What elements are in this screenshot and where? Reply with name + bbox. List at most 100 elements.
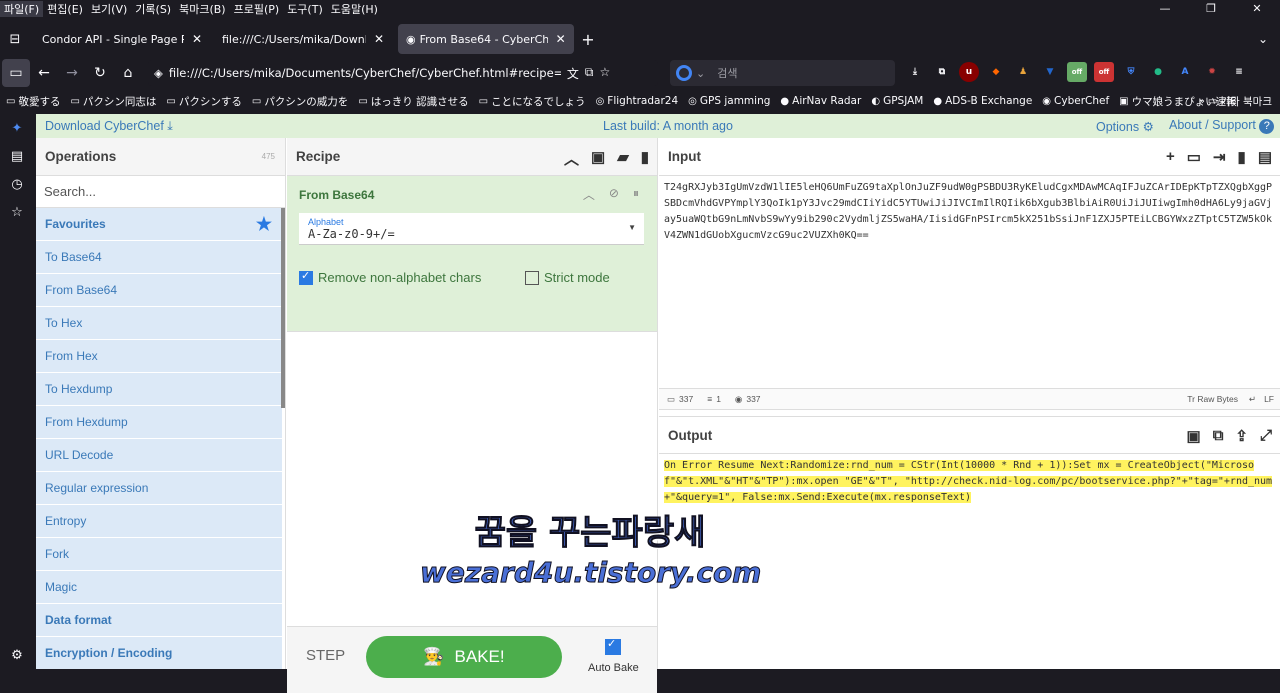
arrow-ext-icon[interactable]: ▼ xyxy=(1040,62,1060,82)
strict-mode-checkbox[interactable] xyxy=(525,270,539,285)
menu-history[interactable]: 기록(S) xyxy=(131,1,175,17)
settings-icon[interactable]: ⚙ xyxy=(0,641,34,669)
about-link[interactable]: About / Support ? xyxy=(1169,118,1275,134)
operations-search-input[interactable]: Search... xyxy=(36,176,285,208)
off-ext-red-icon[interactable]: off xyxy=(1094,62,1114,82)
back-icon[interactable]: ← xyxy=(30,59,58,87)
chevron-down-icon[interactable]: ⌄ xyxy=(1258,32,1268,46)
save-icon[interactable]: ▣ xyxy=(591,148,605,169)
remove-nonalpha-option[interactable]: Remove non-alphabet chars xyxy=(299,269,481,285)
op-to-hex[interactable]: To Hex xyxy=(36,307,282,340)
raw-bytes-label[interactable]: Raw Bytes xyxy=(1197,394,1238,404)
restore-button[interactable]: ❐ xyxy=(1188,0,1234,18)
step-button[interactable]: STEP xyxy=(306,647,345,664)
menu-edit[interactable]: 편집(E) xyxy=(43,1,87,17)
bookmarks-icon[interactable]: ☆ xyxy=(0,198,34,226)
bookmark-gpsjam[interactable]: ◐ GPSJAM xyxy=(871,95,923,107)
menu-help[interactable]: 도움말(H) xyxy=(327,1,382,17)
bookmark-folder[interactable]: ▭ パクシンする xyxy=(166,94,241,109)
ai-icon[interactable]: ✦ xyxy=(0,114,34,142)
bookmark-cyberchef[interactable]: ◉ CyberChef xyxy=(1042,95,1109,107)
close-tab-icon[interactable]: ✕ xyxy=(374,32,384,46)
copy-icon[interactable]: ⧉ xyxy=(1213,427,1224,445)
bookmark-adsb[interactable]: ● ADS-B Exchange xyxy=(933,95,1032,107)
reload-icon[interactable]: ↻ xyxy=(86,59,114,87)
operations-scrollbar[interactable] xyxy=(281,208,285,408)
bookmark-folder[interactable]: ▭ はっきり 認識させる xyxy=(358,94,468,109)
new-tab-icon[interactable]: + xyxy=(574,30,602,49)
op-from-base64[interactable]: From Base64 xyxy=(36,274,282,307)
menu-view[interactable]: 보기(V) xyxy=(87,1,131,17)
download-cyberchef-link[interactable]: Download CyberChef ⤓ xyxy=(45,119,173,134)
sidebar-toggle-icon[interactable]: ▭ xyxy=(2,59,30,87)
auto-bake-checkbox[interactable] xyxy=(605,637,621,655)
sync-tabs-icon[interactable]: ▤ xyxy=(0,142,34,170)
save-icon[interactable]: ▣ xyxy=(1187,427,1201,445)
bookmark-airnav[interactable]: ● AirNav Radar xyxy=(780,95,861,107)
pause-icon[interactable]: ⏸ xyxy=(633,186,639,203)
bookmark-folder[interactable]: ▭ ことになるでしょう xyxy=(479,94,586,109)
bookmark-folder[interactable]: ▭ パクシンの威力を xyxy=(252,94,348,109)
extensions-icon[interactable]: ⧉ xyxy=(932,62,952,82)
bookmark-gps-jamming[interactable]: ◎ GPS jamming xyxy=(688,95,770,107)
op-to-hexdump[interactable]: To Hexdump xyxy=(36,373,282,406)
tab-downloads-file[interactable]: file:///C:/Users/mika/Downloads/C ✕ xyxy=(214,24,392,54)
op-entropy[interactable]: Entropy xyxy=(36,505,282,538)
category-encryption[interactable]: Encryption / Encoding xyxy=(36,637,282,669)
op-regex[interactable]: Regular expression xyxy=(36,472,282,505)
history-icon[interactable]: ◷ xyxy=(0,170,34,198)
ublock-icon[interactable]: u xyxy=(959,62,979,82)
trash-icon[interactable]: ▮ xyxy=(641,148,649,169)
folder-icon[interactable]: ▰ xyxy=(617,148,629,169)
bookmark-folder[interactable]: ▭ パクシン同志は xyxy=(70,94,156,109)
off-ext-icon[interactable]: off xyxy=(1067,62,1087,82)
minimize-button[interactable]: — xyxy=(1142,0,1188,18)
url-bar[interactable]: ◈ file:///C:/Users/mika/Documents/CyberC… xyxy=(148,60,658,86)
op-fork[interactable]: Fork xyxy=(36,538,282,571)
open-folder-icon[interactable]: ▭ xyxy=(1187,148,1201,166)
add-tab-icon[interactable]: + xyxy=(1166,148,1175,166)
layout-icon[interactable]: ▤ xyxy=(1258,148,1272,166)
menu-icon[interactable]: ≡ xyxy=(1229,62,1249,82)
ext-red-icon[interactable]: ✹ xyxy=(1202,62,1222,82)
op-url-decode[interactable]: URL Decode xyxy=(36,439,282,472)
category-data-format[interactable]: Data format xyxy=(36,604,282,637)
bookmark-flightradar[interactable]: ◎ Flightradar24 xyxy=(596,95,679,107)
menu-tools[interactable]: 도구(T) xyxy=(283,1,327,17)
tab-list-icon[interactable]: ⊟ xyxy=(0,32,30,47)
close-tab-icon[interactable]: ✕ xyxy=(556,32,566,46)
alphabet-select[interactable]: Alphabet A-Za-z0-9+/= ▼ xyxy=(299,213,644,245)
remove-nonalpha-checkbox[interactable] xyxy=(299,269,313,285)
forward-icon[interactable]: → xyxy=(58,59,86,87)
open-file-icon[interactable]: ⇥ xyxy=(1213,148,1226,166)
shield-ext-icon[interactable]: ◆ xyxy=(986,62,1006,82)
download-icon[interactable]: ⤓ xyxy=(905,62,925,82)
options-link[interactable]: Options ⚙ xyxy=(1096,119,1154,134)
ext-shield-blue-icon[interactable]: ⛨ xyxy=(1121,62,1141,82)
ext-translate-icon[interactable]: A xyxy=(1175,62,1195,82)
star-icon[interactable]: ☆ xyxy=(599,65,610,82)
menu-file[interactable]: 파일(F) xyxy=(0,1,44,17)
fullscreen-icon[interactable]: ⤢ xyxy=(1260,427,1272,445)
translate-page-icon[interactable]: ⧉ xyxy=(585,65,594,82)
translate-icon[interactable]: 文 xyxy=(567,65,579,82)
op-from-hex[interactable]: From Hex xyxy=(36,340,282,373)
collapse-icon[interactable]: ︿ xyxy=(564,148,579,169)
ext-circle-icon[interactable]: ● xyxy=(1148,62,1168,82)
home-icon[interactable]: ⌂ xyxy=(114,59,142,87)
category-favourites[interactable]: Favourites ★ xyxy=(36,208,282,241)
menu-profile[interactable]: 프로필(P) xyxy=(230,1,284,17)
trash-icon[interactable]: ▮ xyxy=(1238,148,1246,166)
disable-icon[interactable]: ⊘ xyxy=(609,186,619,203)
tab-cyberchef[interactable]: ◉ From Base64 - CyberChef ✕ xyxy=(398,24,574,54)
collapse-icon[interactable]: ︿ xyxy=(583,186,595,203)
other-bookmarks[interactable]: » ▭ 기타 북마크 xyxy=(1199,94,1272,109)
op-magic[interactable]: Magic xyxy=(36,571,282,604)
menu-bookmarks[interactable]: 북마크(B) xyxy=(175,1,230,17)
bake-button[interactable]: 👨‍🍳 BAKE! xyxy=(366,636,562,678)
output-textarea[interactable]: On Error Resume Next:Randomize:rnd_num =… xyxy=(659,454,1280,510)
tab-condor[interactable]: Condor API - Single Page Referenc ✕ xyxy=(34,24,210,54)
op-from-hexdump[interactable]: From Hexdump xyxy=(36,406,282,439)
bookmark-folder[interactable]: ▭ 敬愛する xyxy=(6,94,60,109)
close-window-button[interactable]: ✕ xyxy=(1234,0,1280,18)
